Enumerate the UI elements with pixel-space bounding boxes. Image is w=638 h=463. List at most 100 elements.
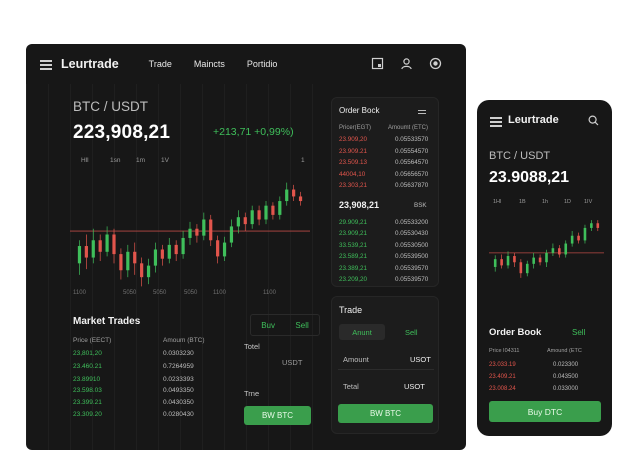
- candle[interactable]: [195, 224, 199, 243]
- candle[interactable]: [271, 202, 275, 220]
- candle[interactable]: [583, 224, 587, 244]
- total-unit[interactable]: USOT: [404, 382, 425, 391]
- candle[interactable]: [577, 232, 580, 244]
- candle[interactable]: [513, 252, 516, 267]
- candle[interactable]: [243, 212, 247, 232]
- search-icon[interactable]: [588, 115, 599, 126]
- candle[interactable]: [257, 205, 261, 226]
- candle[interactable]: [112, 228, 116, 264]
- candle[interactable]: [133, 242, 137, 275]
- buy-btc-button[interactable]: BW BTC: [244, 406, 311, 425]
- buy-btc-button[interactable]: BW BTC: [338, 404, 433, 423]
- timeframe-tab[interactable]: 1D: [564, 199, 571, 205]
- bid-price[interactable]: 23.389,21: [339, 265, 367, 272]
- candle[interactable]: [126, 244, 130, 278]
- candle[interactable]: [84, 234, 88, 270]
- buy-tab[interactable]: Buv: [261, 321, 275, 330]
- candle[interactable]: [91, 228, 95, 264]
- candle[interactable]: [216, 235, 220, 264]
- ask-price[interactable]: 23.909,20: [339, 136, 367, 143]
- trade-row-price: 23.89910: [73, 376, 101, 383]
- ask-price[interactable]: 23.303,21: [339, 182, 367, 189]
- candle[interactable]: [119, 248, 123, 280]
- candle[interactable]: [506, 251, 510, 269]
- candle[interactable]: [77, 240, 82, 275]
- candle[interactable]: [493, 255, 497, 272]
- order-price[interactable]: 23.008.24: [489, 386, 516, 392]
- amount-tab[interactable]: Anunt: [339, 324, 385, 340]
- candle[interactable]: [250, 205, 254, 229]
- candle[interactable]: [167, 237, 171, 264]
- ask-price[interactable]: 23.509.13: [339, 159, 367, 166]
- nav-link-markets[interactable]: Maincts: [194, 59, 225, 69]
- candle[interactable]: [146, 258, 151, 285]
- candle[interactable]: [236, 210, 240, 234]
- candle[interactable]: [188, 221, 192, 245]
- brand-logo[interactable]: Leurtrade: [61, 57, 119, 71]
- timeframe-tab[interactable]: Hll: [81, 157, 89, 164]
- bid-price[interactable]: 33.539,21: [339, 242, 367, 249]
- candle[interactable]: [564, 240, 568, 258]
- hamburger-menu-icon[interactable]: [40, 59, 52, 70]
- candle[interactable]: [202, 212, 206, 241]
- sell-tab[interactable]: Sell: [405, 328, 418, 337]
- candle[interactable]: [285, 182, 289, 206]
- candle[interactable]: [558, 245, 561, 258]
- brand-logo[interactable]: Leurtrade: [508, 114, 559, 126]
- nav-link-trade[interactable]: Trade: [149, 59, 172, 69]
- trade-panel: Trade Anunt Sell Amount USOT Tetal USOT …: [331, 296, 439, 434]
- candle[interactable]: [538, 254, 542, 266]
- timeframe-tab[interactable]: 1h: [542, 199, 548, 205]
- candle[interactable]: [596, 220, 600, 232]
- window-icon[interactable]: [371, 57, 384, 70]
- candle[interactable]: [222, 236, 227, 262]
- order-price[interactable]: 23.409.21: [489, 374, 516, 380]
- candle[interactable]: [140, 257, 144, 287]
- candle[interactable]: [519, 259, 523, 278]
- candle[interactable]: [500, 254, 503, 269]
- amount-unit[interactable]: USOT: [410, 355, 431, 364]
- bid-price[interactable]: 23.909,21: [339, 230, 367, 237]
- timeframe-tab[interactable]: 1sn: [110, 157, 120, 164]
- user-icon[interactable]: [400, 57, 413, 70]
- candle[interactable]: [181, 231, 185, 259]
- timeframe-tab[interactable]: 1IV: [584, 199, 592, 205]
- buy-button[interactable]: Buy DTC: [489, 401, 601, 422]
- candle[interactable]: [292, 184, 296, 202]
- candle[interactable]: [298, 191, 303, 206]
- candle[interactable]: [551, 243, 555, 257]
- candle[interactable]: [98, 234, 102, 262]
- candle[interactable]: [525, 260, 529, 277]
- candle[interactable]: [264, 201, 268, 225]
- candle[interactable]: [532, 252, 535, 269]
- candle[interactable]: [229, 219, 234, 248]
- sell-tab[interactable]: Sell: [295, 321, 308, 330]
- candle[interactable]: [153, 242, 158, 273]
- candle[interactable]: [570, 231, 574, 247]
- price-candlestick-chart[interactable]: [70, 172, 310, 297]
- candle[interactable]: [545, 249, 548, 267]
- bid-price[interactable]: 23.209,20: [339, 276, 367, 283]
- total-currency[interactable]: USDT: [282, 358, 302, 367]
- sell-tab[interactable]: Sell: [572, 328, 585, 337]
- timeframe-tab[interactable]: 1V: [161, 157, 169, 164]
- candle[interactable]: [174, 240, 178, 262]
- candle[interactable]: [160, 244, 164, 266]
- timeframe-tab[interactable]: 1B: [519, 199, 526, 205]
- ask-price[interactable]: 44004,10: [339, 171, 365, 178]
- ask-price[interactable]: 23.909.21: [339, 148, 367, 155]
- candle[interactable]: [278, 196, 282, 220]
- nav-link-portfolio[interactable]: Portidio: [247, 59, 278, 69]
- timeframe-tab[interactable]: 1m: [136, 157, 145, 164]
- candle[interactable]: [590, 220, 593, 232]
- timeframe-tab[interactable]: 1Hl: [493, 199, 501, 205]
- eye-icon[interactable]: [429, 57, 442, 70]
- candle[interactable]: [209, 214, 213, 247]
- hamburger-menu-icon[interactable]: [490, 116, 502, 127]
- timeframe-tab[interactable]: 1: [301, 157, 305, 164]
- order-price[interactable]: 23.033.19: [489, 362, 516, 368]
- mobile-price-chart[interactable]: [489, 214, 604, 284]
- bid-price[interactable]: 23.589,21: [339, 253, 367, 260]
- filter-icon[interactable]: [417, 109, 427, 115]
- bid-price[interactable]: 29.909,21: [339, 219, 367, 226]
